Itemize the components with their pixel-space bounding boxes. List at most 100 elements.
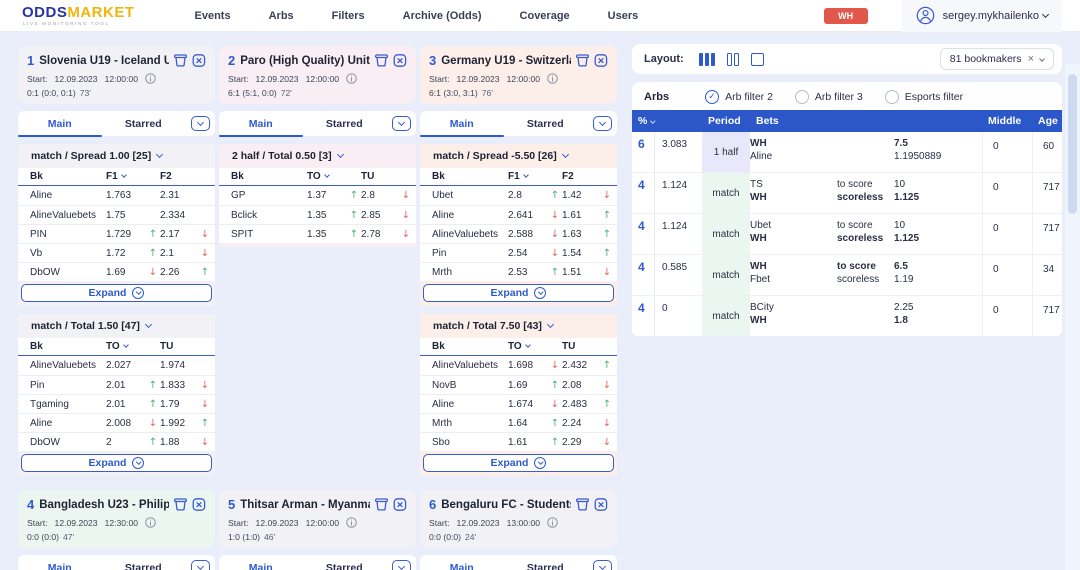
info-icon[interactable] <box>346 517 357 528</box>
market-selector[interactable]: match / Spread -5.50 [26] <box>420 144 617 168</box>
odds-row[interactable]: PIN 1.729 ↑ 2.17 ↓ <box>18 224 215 243</box>
market-selector[interactable]: match / Total 1.50 [47] <box>18 314 215 338</box>
tab-starred[interactable]: Starred <box>102 555 186 570</box>
close-icon[interactable] <box>594 498 608 511</box>
basket-remove-icon[interactable] <box>173 498 188 511</box>
arb-row[interactable]: 4 0.585 match WH Fbet to score scoreless 6.5 1.1… <box>632 255 1062 296</box>
tab-main[interactable]: Main <box>420 555 504 570</box>
card-collapse-button[interactable] <box>391 116 411 131</box>
odds-row[interactable]: Mrth 2.53 ↑ 1.51 ↓ <box>420 262 617 281</box>
nav-filters[interactable]: Filters <box>332 10 365 22</box>
card-collapse-button[interactable] <box>190 116 210 131</box>
market-selector[interactable]: 2 half / Total 0.50 [3] <box>219 144 416 168</box>
checkbox-esports-filter[interactable]: Esports filter <box>884 90 963 104</box>
user-menu[interactable]: sergey.mykhailenko <box>943 10 1050 22</box>
bet-bookmaker: TS <box>750 179 763 190</box>
odds-row[interactable]: Tgaming 2.01 ↑ 1.79 ↓ <box>18 394 215 413</box>
close-icon[interactable] <box>192 54 206 67</box>
odds-row[interactable]: GP 1.37 ↑ 2.8 ↓ <box>219 186 416 205</box>
tab-main[interactable]: Main <box>18 555 102 570</box>
bookmakers-dropdown[interactable]: 81 bookmakers × <box>939 48 1054 70</box>
column-odds-1-sort[interactable]: F1 <box>508 171 548 182</box>
odds-row[interactable]: Pin 2.54 ↓ 1.54 ↑ <box>420 243 617 262</box>
odds-row[interactable]: NovB 1.69 ↑ 2.08 ↓ <box>420 375 617 394</box>
market-selector[interactable]: match / Total 7.50 [43] <box>420 314 617 338</box>
odds-row[interactable]: SPIT 1.35 ↑ 2.78 ↓ <box>219 224 416 243</box>
basket-remove-icon[interactable] <box>374 54 389 67</box>
odds-row[interactable]: Sbo 1.61 ↑ 2.29 ↓ <box>420 432 617 451</box>
column-odds-1-sort[interactable]: TO <box>106 341 146 352</box>
column-odds-1-sort[interactable]: TO <box>508 341 548 352</box>
tab-main[interactable]: Main <box>420 111 504 137</box>
card-collapse-button[interactable] <box>592 560 612 570</box>
odds-row[interactable]: Ubet 2.8 ↑ 1.42 ↓ <box>420 186 617 205</box>
checkbox-arb-filter-3[interactable]: Arb filter 3 <box>794 90 863 104</box>
odds-row[interactable]: AlineValuebets 1.698 ↓ 2.432 ↑ <box>420 356 617 375</box>
info-icon[interactable] <box>547 517 558 528</box>
expand-button[interactable]: Expand <box>423 454 614 472</box>
scrollbar-thumb[interactable] <box>1068 74 1077 214</box>
info-icon[interactable] <box>346 73 357 84</box>
basket-remove-icon[interactable] <box>374 498 389 511</box>
tab-main[interactable]: Main <box>219 555 303 570</box>
clear-icon[interactable]: × <box>1028 53 1034 65</box>
expand-button[interactable]: Expand <box>21 454 212 472</box>
odds-row[interactable]: Aline 1.674 ↓ 2.483 ↑ <box>420 394 617 413</box>
match-score: 6:1 (3:0, 3:1) <box>429 88 478 98</box>
odds-row[interactable]: AlineValuebets 2.588 ↓ 1.63 ↑ <box>420 224 617 243</box>
card-collapse-button[interactable] <box>190 560 210 570</box>
card-collapse-button[interactable] <box>391 560 411 570</box>
close-icon[interactable] <box>393 54 407 67</box>
arb-row[interactable]: 4 1.124 match TS WH to score scoreless 10 1.125 0… <box>632 173 1062 214</box>
info-icon[interactable] <box>145 73 156 84</box>
market-selector[interactable]: match / Spread 1.00 [25] <box>18 144 215 168</box>
odds-row[interactable]: Vb 1.72 ↑ 2.1 ↓ <box>18 243 215 262</box>
basket-remove-icon[interactable] <box>575 54 590 67</box>
nav-users[interactable]: Users <box>608 10 639 22</box>
column-odds-1-sort[interactable]: F1 <box>106 171 146 182</box>
layout-one-column-icon[interactable] <box>750 52 765 67</box>
close-icon[interactable] <box>393 498 407 511</box>
odds-row[interactable]: AlineValuebets 2.027 1.974 <box>18 356 215 375</box>
checkbox-arb-filter-2[interactable]: ✓ Arb filter 2 <box>705 90 773 104</box>
close-icon[interactable] <box>594 54 608 67</box>
nav-arbs[interactable]: Arbs <box>269 10 294 22</box>
odds-row[interactable]: Aline 2.008 ↓ 1.992 ↑ <box>18 413 215 432</box>
tab-starred[interactable]: Starred <box>303 111 387 136</box>
tab-main[interactable]: Main <box>18 111 102 137</box>
basket-remove-icon[interactable] <box>173 54 188 67</box>
tab-starred[interactable]: Starred <box>504 555 588 570</box>
odds-row[interactable]: Bclick 1.35 ↑ 2.85 ↓ <box>219 205 416 224</box>
basket-remove-icon[interactable] <box>575 498 590 511</box>
nav-events[interactable]: Events <box>195 10 231 22</box>
tab-starred[interactable]: Starred <box>303 555 387 570</box>
layout-three-columns-icon[interactable] <box>698 52 716 67</box>
odds-row[interactable]: Pin 2.01 ↑ 1.833 ↓ <box>18 375 215 394</box>
odds-row[interactable]: AlineValuebets 1.75 2.334 <box>18 205 215 224</box>
odds-row[interactable]: Aline 2.641 ↓ 1.61 ↑ <box>420 205 617 224</box>
odds-row[interactable]: Mrth 1.64 ↑ 2.24 ↓ <box>420 413 617 432</box>
nav-archive-odds[interactable]: Archive (Odds) <box>403 10 482 22</box>
column-odds-1-sort[interactable]: TO <box>307 171 347 182</box>
tab-starred[interactable]: Starred <box>102 111 186 136</box>
info-icon[interactable] <box>547 73 558 84</box>
nav-coverage[interactable]: Coverage <box>520 10 570 22</box>
tab-starred[interactable]: Starred <box>504 111 588 136</box>
layout-two-columns-icon[interactable] <box>726 52 740 67</box>
info-icon[interactable] <box>145 517 156 528</box>
odds-row[interactable]: Aline 1.763 2.31 <box>18 186 215 205</box>
expand-button[interactable]: Expand <box>423 284 614 302</box>
wh-bookmaker-button[interactable]: WH <box>823 7 868 24</box>
start-label: Start: <box>27 517 48 528</box>
arb-row[interactable]: 4 0 match BCity WH 2.25 1.8 0 717 <box>632 296 1062 337</box>
user-avatar-icon[interactable] <box>916 6 935 25</box>
arb-row[interactable]: 4 1.124 match Ubet WH to score scoreless 10 1.12… <box>632 214 1062 255</box>
close-icon[interactable] <box>192 498 206 511</box>
tab-main[interactable]: Main <box>219 111 303 137</box>
odds-row[interactable]: DbOW 1.69 ↓ 2.26 ↑ <box>18 262 215 281</box>
card-collapse-button[interactable] <box>592 116 612 131</box>
arb-row[interactable]: 6 3.083 1 half WH Aline 7.5 1.1950889 0 60 <box>632 132 1062 173</box>
expand-button[interactable]: Expand <box>21 284 212 302</box>
sort-by-percent-header[interactable]: % <box>632 115 702 127</box>
odds-row[interactable]: DbOW 2 ↑ 1.88 ↓ <box>18 432 215 451</box>
